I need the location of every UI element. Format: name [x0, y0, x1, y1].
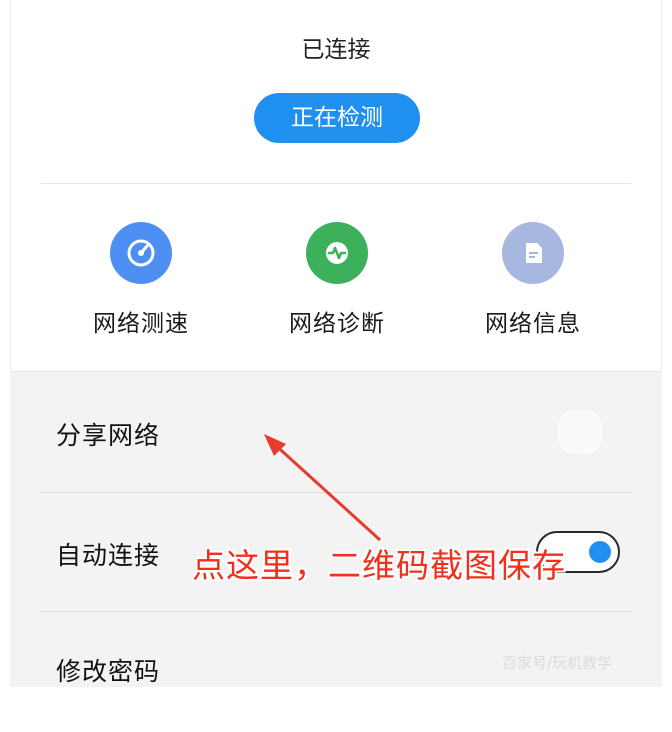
document-icon — [502, 222, 564, 284]
speed-test-tool[interactable]: 网络测速 — [71, 222, 211, 338]
share-network-label: 分享网络 — [56, 421, 161, 450]
network-info-label: 网络信息 — [485, 311, 581, 337]
annotation-text: 点这里，二维码截图保存 — [192, 546, 566, 585]
speedometer-icon — [110, 222, 172, 284]
toggle-knob — [589, 541, 611, 563]
share-qr-icon[interactable] — [558, 410, 602, 454]
share-network-row[interactable]: 分享网络 — [10, 372, 662, 492]
pulse-icon — [306, 222, 368, 284]
detect-button[interactable]: 正在检测 — [254, 93, 420, 143]
speed-test-label: 网络测速 — [93, 311, 189, 337]
connection-card: 已连接 正在检测 网络测速 网络诊断 网络信息 — [10, 0, 662, 372]
divider — [41, 183, 631, 184]
settings-list: 分享网络 自动连接 修改密码 — [10, 372, 662, 687]
diagnosis-tool[interactable]: 网络诊断 — [267, 222, 407, 338]
auto-connect-label: 自动连接 — [56, 541, 161, 570]
change-password-label: 修改密码 — [56, 657, 161, 686]
connection-status: 已连接 — [301, 37, 371, 63]
diagnosis-label: 网络诊断 — [289, 311, 385, 337]
network-info-tool[interactable]: 网络信息 — [463, 222, 603, 338]
watermark: 百家号/玩机教学 — [502, 654, 613, 672]
